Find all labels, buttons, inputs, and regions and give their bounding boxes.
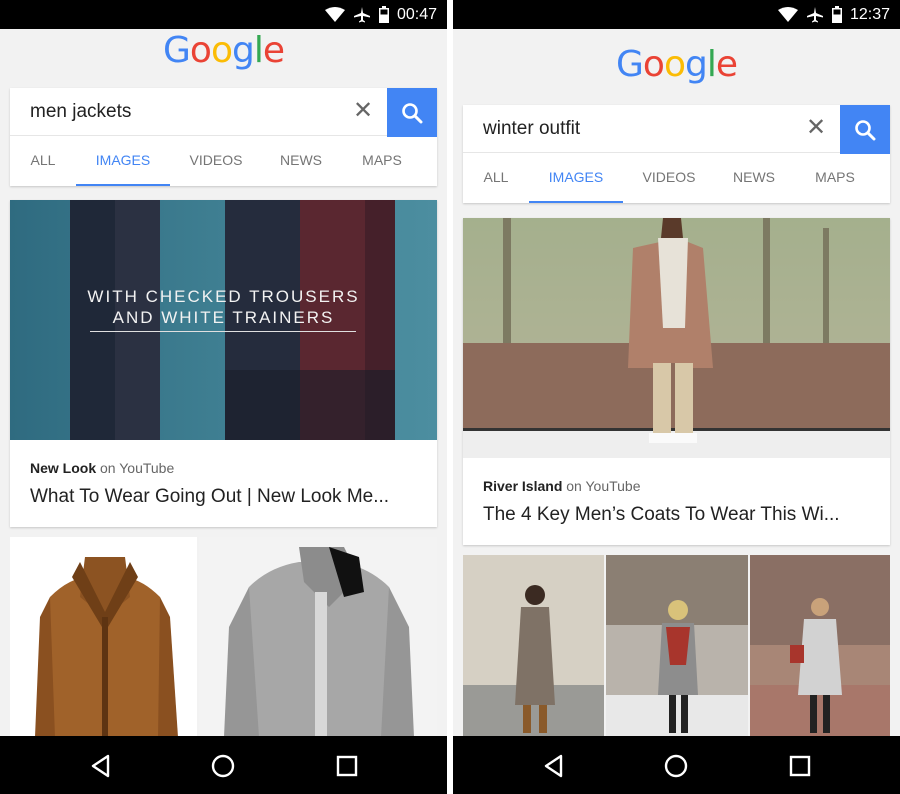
jacket-image xyxy=(224,547,414,736)
logo-letter: o xyxy=(663,44,686,85)
image-thumbnail[interactable] xyxy=(199,537,437,736)
search-tabs: ALL IMAGES VIDEOS NEWS MAPS xyxy=(10,137,437,186)
search-bar: men jackets ✕ xyxy=(10,88,437,137)
tab-videos[interactable]: VIDEOS xyxy=(188,137,244,186)
outfit-image xyxy=(750,555,890,736)
jacket-image xyxy=(35,557,178,736)
home-circle-icon[interactable] xyxy=(210,753,236,779)
status-time: 12:37 xyxy=(849,5,890,23)
status-bar: 00:47 xyxy=(0,0,447,29)
airplane-icon xyxy=(353,6,370,22)
phone-screen-left: 00:47 Google men jackets ✕ ALL IMAGES VI… xyxy=(0,0,447,794)
overlay-divider xyxy=(90,331,356,332)
search-input[interactable]: winter outfit xyxy=(483,118,580,140)
source-name: New Look xyxy=(30,460,97,476)
result-title[interactable]: The 4 Key Men’s Coats To Wear This Wi... xyxy=(483,504,840,526)
status-bar: 12:37 xyxy=(453,0,900,29)
tab-maps[interactable]: MAPS xyxy=(813,154,857,203)
search-button[interactable] xyxy=(387,88,437,137)
wifi-icon xyxy=(324,6,345,22)
search-card: men jackets ✕ ALL IMAGES VIDEOS NEWS MAP… xyxy=(10,88,437,186)
logo-letter: g xyxy=(231,30,255,71)
source-via: on YouTube xyxy=(100,460,175,476)
recents-square-icon[interactable] xyxy=(787,753,813,779)
airplane-icon xyxy=(806,6,823,22)
clear-button[interactable]: ✕ xyxy=(804,116,828,141)
result-source: New Look on YouTube xyxy=(30,460,174,476)
overlay-caption-line: WITH CHECKED TROUSERS xyxy=(87,287,360,306)
image-thumbnail[interactable] xyxy=(10,537,197,736)
phone-screen-right: 12:37 Google winter outfit ✕ ALL IMAGES … xyxy=(453,0,900,794)
battery-icon xyxy=(378,6,389,23)
google-logo: Google xyxy=(453,44,900,85)
logo-letter: e xyxy=(715,44,738,85)
tab-all[interactable]: ALL xyxy=(481,154,511,203)
source-via: on YouTube xyxy=(566,478,641,494)
logo-letter: o xyxy=(642,44,665,85)
android-nav-bar xyxy=(0,736,447,794)
home-circle-icon[interactable] xyxy=(663,753,689,779)
search-icon xyxy=(855,119,876,140)
logo-letter: e xyxy=(262,30,285,71)
back-triangle-icon[interactable] xyxy=(88,753,114,779)
result-title[interactable]: What To Wear Going Out | New Look Me... xyxy=(30,486,389,508)
tab-images[interactable]: IMAGES xyxy=(529,154,623,203)
search-card: winter outfit ✕ ALL IMAGES VIDEOS NEWS M… xyxy=(463,105,890,203)
logo-letter: o xyxy=(210,30,233,71)
tab-images[interactable]: IMAGES xyxy=(76,137,170,186)
image-results-row xyxy=(463,555,890,736)
image-thumbnail[interactable] xyxy=(750,555,890,736)
video-thumbnail[interactable] xyxy=(463,218,890,458)
back-triangle-icon[interactable] xyxy=(541,753,567,779)
image-thumbnail[interactable] xyxy=(606,555,748,736)
image-results-row xyxy=(10,537,437,736)
outfit-image xyxy=(606,555,748,736)
image-thumbnail[interactable] xyxy=(463,555,604,736)
search-tabs: ALL IMAGES VIDEOS NEWS MAPS xyxy=(463,154,890,203)
outfit-image xyxy=(463,555,604,736)
logo-letter: l xyxy=(253,30,264,71)
search-bar: winter outfit ✕ xyxy=(463,105,890,154)
video-result-card[interactable]: River Island on YouTube The 4 Key Men’s … xyxy=(463,218,890,545)
logo-letter: l xyxy=(706,44,717,85)
logo-letter: G xyxy=(163,30,191,71)
tab-all[interactable]: ALL xyxy=(28,137,58,186)
tab-videos[interactable]: VIDEOS xyxy=(641,154,697,203)
video-thumbnail[interactable]: WITH CHECKED TROUSERS AND WHITE TRAINERS xyxy=(10,200,437,440)
logo-letter: G xyxy=(616,44,644,85)
clear-button[interactable]: ✕ xyxy=(351,99,375,124)
source-name: River Island xyxy=(483,478,563,494)
tab-news[interactable]: NEWS xyxy=(731,154,777,203)
tab-news[interactable]: NEWS xyxy=(278,137,324,186)
search-button[interactable] xyxy=(840,105,890,154)
tab-maps[interactable]: MAPS xyxy=(360,137,404,186)
search-icon xyxy=(402,102,423,123)
result-source: River Island on YouTube xyxy=(483,478,641,494)
android-nav-bar xyxy=(453,736,900,794)
google-logo: Google xyxy=(0,30,447,71)
wifi-icon xyxy=(777,6,798,22)
recents-square-icon[interactable] xyxy=(334,753,360,779)
video-thumbnail-art xyxy=(463,218,890,458)
battery-icon xyxy=(831,6,842,23)
overlay-caption-line: AND WHITE TRAINERS xyxy=(112,308,335,327)
video-result-card[interactable]: WITH CHECKED TROUSERS AND WHITE TRAINERS… xyxy=(10,200,437,527)
logo-letter: g xyxy=(684,44,708,85)
logo-letter: o xyxy=(189,30,212,71)
search-input[interactable]: men jackets xyxy=(30,101,131,123)
status-time: 00:47 xyxy=(396,5,437,23)
